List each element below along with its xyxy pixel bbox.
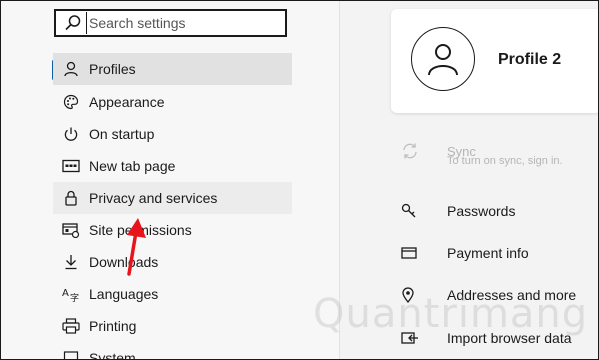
sidebar-item-privacy-and-services[interactable]: Privacy and services — [53, 182, 292, 214]
person-icon — [428, 44, 458, 76]
passwords-label: Passwords — [447, 203, 516, 219]
profiles-panel: Profile 2 Sync To turn on sync, sign in.… — [340, 1, 598, 359]
sidebar-item-languages[interactable]: A字 Languages — [53, 278, 292, 310]
card-icon — [391, 246, 429, 260]
svg-text:字: 字 — [70, 292, 79, 302]
sidebar-item-label: Site permissions — [89, 222, 192, 238]
lock-icon — [53, 182, 89, 214]
power-icon — [53, 118, 89, 150]
sidebar-item-profiles[interactable]: Profiles — [53, 53, 292, 85]
settings-sidebar: Profiles Appearance On startup — [1, 1, 340, 359]
sidebar-item-new-tab-page[interactable]: New tab page — [53, 150, 292, 182]
site-permissions-icon — [53, 214, 89, 246]
profile-card: Profile 2 — [391, 9, 598, 113]
download-icon — [53, 246, 89, 278]
import-icon — [391, 330, 429, 346]
addresses-row[interactable]: Addresses and more — [391, 277, 598, 313]
system-icon — [53, 342, 89, 359]
profile-name: Profile 2 — [498, 51, 562, 68]
location-pin-icon — [391, 287, 429, 303]
sync-row: Sync To turn on sync, sign in. — [391, 133, 598, 169]
sidebar-item-label: New tab page — [89, 158, 176, 174]
sync-icon — [391, 142, 429, 160]
addresses-label: Addresses and more — [447, 287, 577, 303]
search-icon — [60, 11, 86, 35]
sidebar-item-downloads[interactable]: Downloads — [53, 246, 292, 278]
person-icon — [53, 53, 89, 85]
new-tab-icon — [53, 150, 89, 182]
sidebar-item-printing[interactable]: Printing — [53, 310, 292, 342]
search-box[interactable] — [54, 9, 287, 37]
sidebar-item-system[interactable]: System — [53, 342, 292, 360]
sidebar-item-site-permissions[interactable]: Site permissions — [53, 214, 292, 246]
sidebar-item-label: Downloads — [89, 254, 159, 270]
palette-icon — [53, 86, 89, 118]
languages-icon: A字 — [53, 278, 89, 310]
key-icon — [391, 203, 429, 219]
import-data-row[interactable]: Import browser data — [391, 320, 598, 356]
sidebar-item-label: Appearance — [89, 94, 165, 110]
passwords-row[interactable]: Passwords — [391, 193, 598, 229]
sync-subtitle: To turn on sync, sign in. — [447, 155, 563, 167]
svg-text:A: A — [62, 288, 69, 299]
payment-info-label: Payment info — [447, 245, 529, 261]
payment-info-row[interactable]: Payment info — [391, 235, 598, 271]
sidebar-item-appearance[interactable]: Appearance — [53, 86, 292, 118]
search-input[interactable] — [86, 12, 279, 34]
sidebar-item-label: System — [89, 350, 136, 360]
avatar[interactable] — [411, 27, 475, 91]
sidebar-item-on-startup[interactable]: On startup — [53, 118, 292, 150]
settings-window: Profiles Appearance On startup — [0, 0, 599, 360]
sidebar-item-label: Languages — [89, 286, 159, 302]
sidebar-item-label: Privacy and services — [89, 190, 218, 206]
sidebar-item-label: On startup — [89, 126, 155, 142]
printer-icon — [53, 310, 89, 342]
sidebar-item-label: Printing — [89, 318, 137, 334]
sidebar-item-label: Profiles — [89, 61, 136, 77]
import-data-label: Import browser data — [447, 330, 572, 346]
